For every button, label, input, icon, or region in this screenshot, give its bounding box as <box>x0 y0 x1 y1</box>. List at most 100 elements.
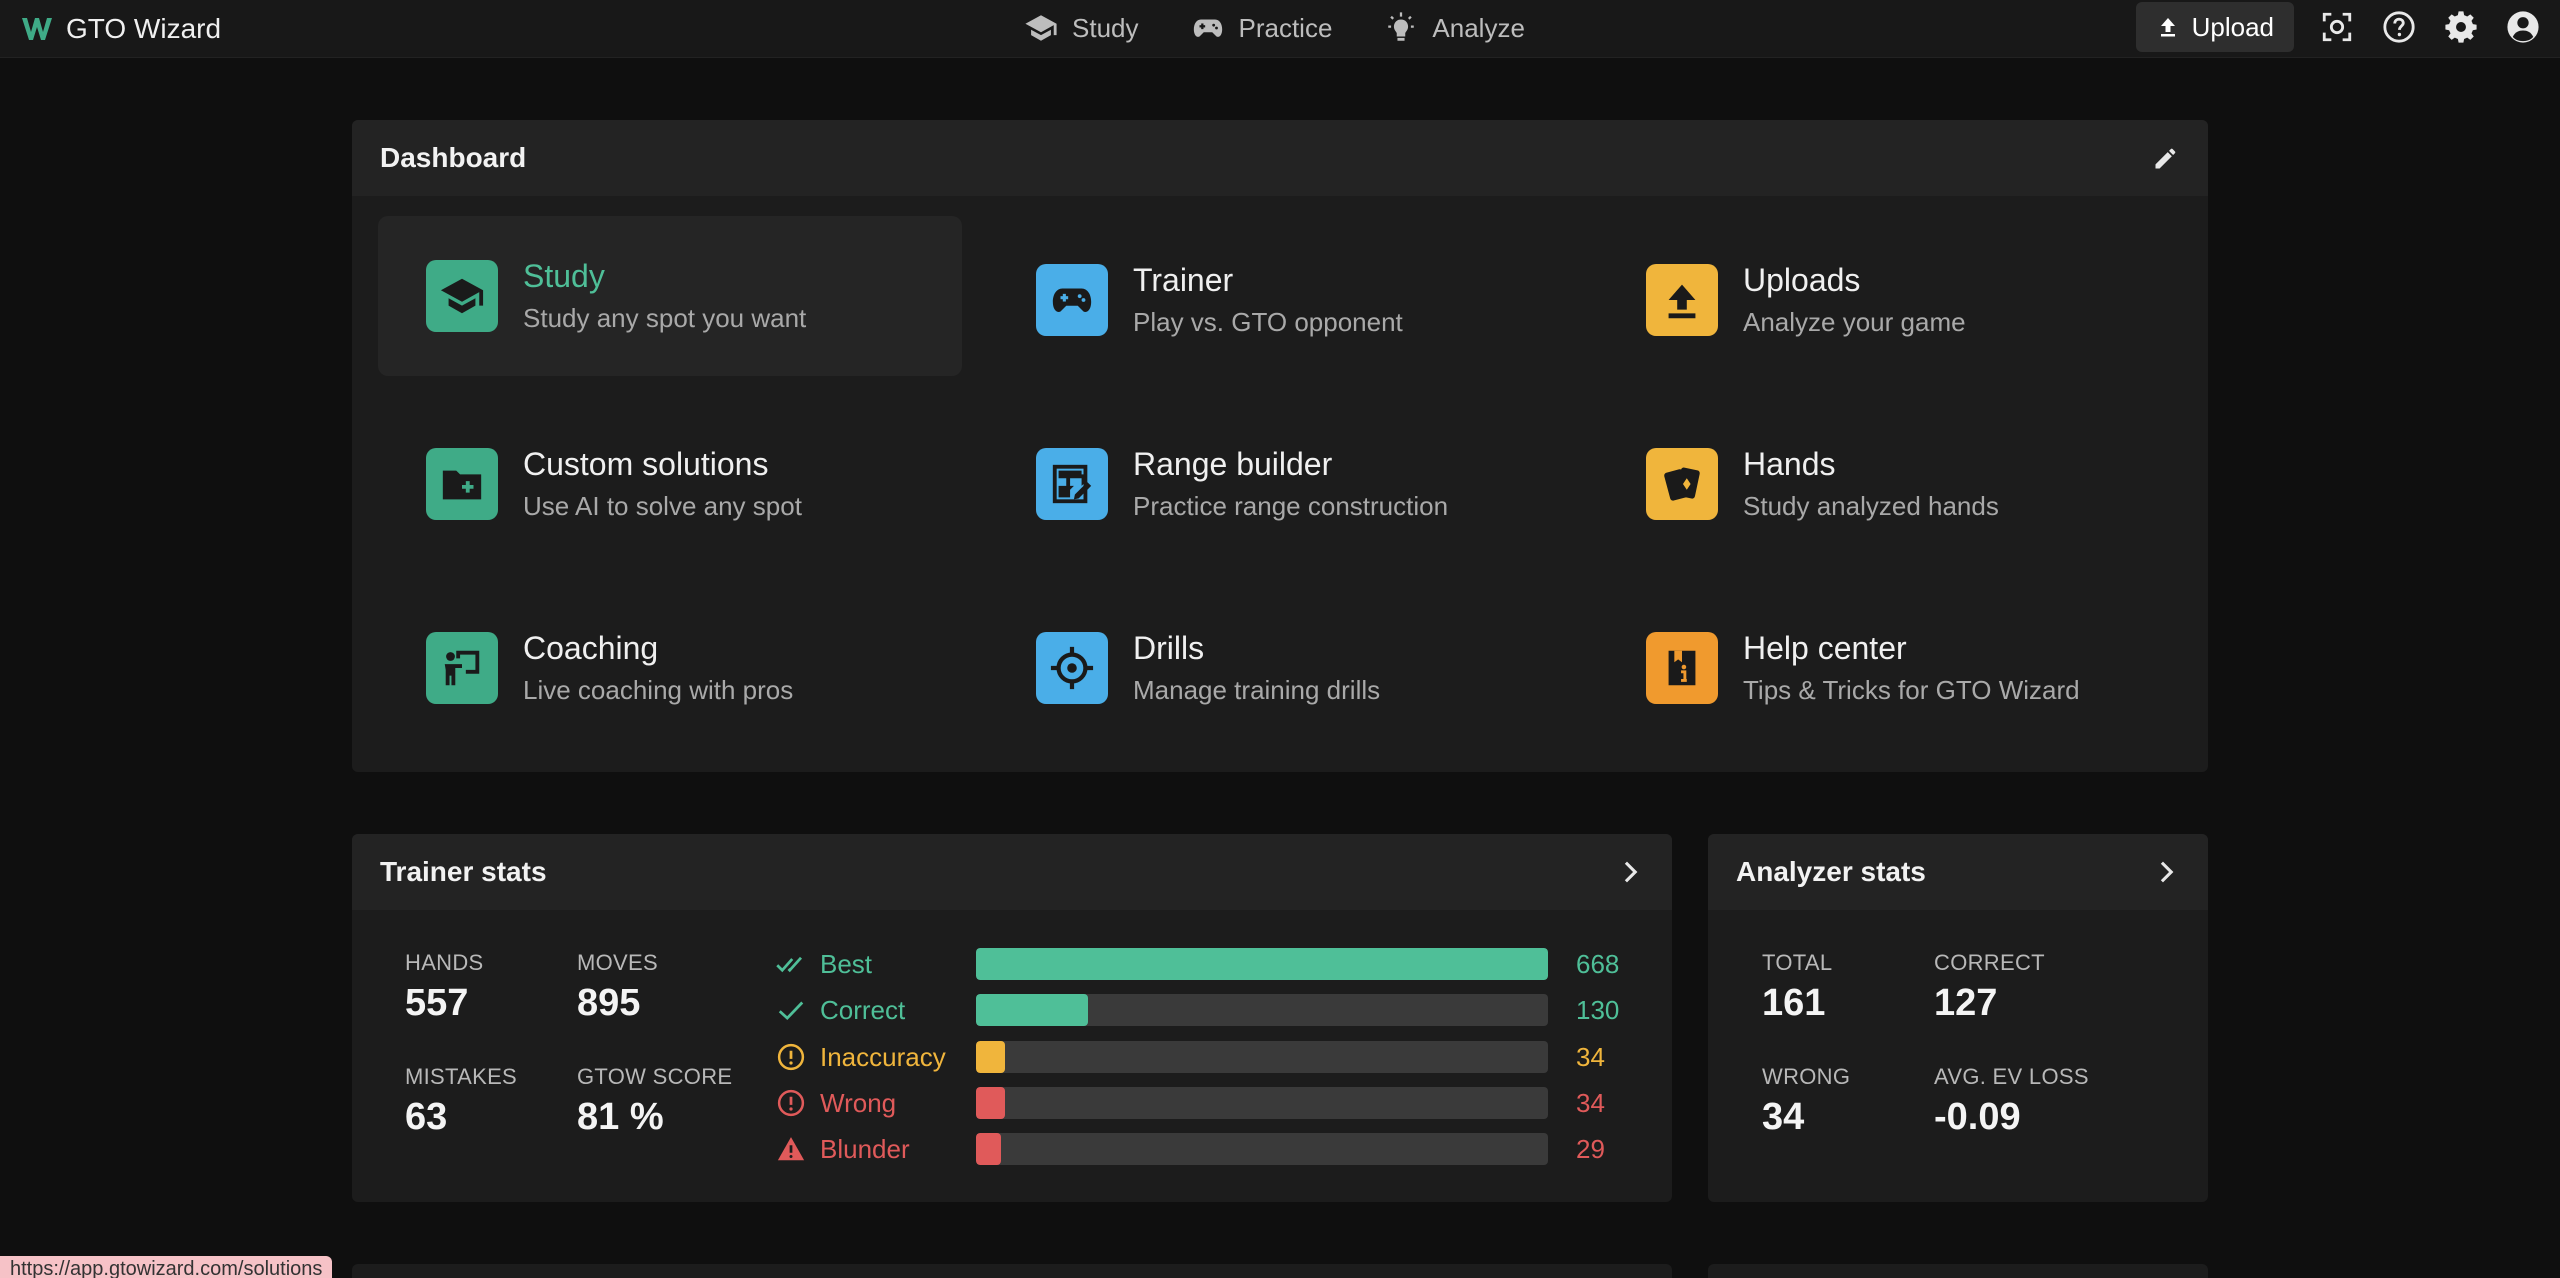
account-circle-icon <box>2507 11 2539 43</box>
lightbulb-icon <box>1388 12 1415 41</box>
tile-help-center[interactable]: Help center Tips & Tricks for GTO Wizard <box>1598 588 2182 748</box>
tile-drills-icon-box <box>1036 632 1108 704</box>
crosshair-icon <box>1050 646 1094 690</box>
tile-custom-solutions-subtitle: Use AI to solve any spot <box>523 491 802 521</box>
stat-avg-ev-loss-label: AVG. EV LOSS <box>1934 1064 2089 1089</box>
bar-track-best <box>976 948 1548 980</box>
chevron-right-icon[interactable] <box>1616 858 1644 886</box>
tile-uploads[interactable]: Uploads Analyze your game <box>1598 220 2182 380</box>
stat-total: TOTAL 161 <box>1762 950 1832 1025</box>
analyzer-stats-header[interactable]: Analyzer stats <box>1708 834 2208 910</box>
tile-coaching[interactable]: Coaching Live coaching with pros <box>378 588 962 748</box>
nav-practice[interactable]: Practice <box>1191 10 1333 46</box>
bar-count-best: 668 <box>1576 948 1620 979</box>
nav-analyze[interactable]: Analyze <box>1384 10 1525 46</box>
screenshot-button[interactable] <box>2318 8 2356 46</box>
tile-help-center-icon-box <box>1646 632 1718 704</box>
tile-range-builder-title: Range builder <box>1133 446 1333 482</box>
trainer-stats-title: Trainer stats <box>380 856 547 887</box>
stat-avg-ev-loss-value: -0.09 <box>1934 1096 2021 1138</box>
stat-moves-label: MOVES <box>577 950 658 975</box>
tile-help-center-title: Help center <box>1743 630 1907 666</box>
stat-gtow-score-label: GTOW SCORE <box>577 1064 733 1089</box>
tile-coaching-icon-box <box>426 632 498 704</box>
account-button[interactable] <box>2504 8 2542 46</box>
upload-button[interactable]: Upload <box>2135 2 2294 52</box>
tile-custom-solutions[interactable]: Custom solutions Use AI to solve any spo… <box>378 404 962 564</box>
nav-practice-label: Practice <box>1238 12 1333 43</box>
analyzer-stats-panel: Analyzer stats TOTAL 161 CORRECT 127 WRO… <box>1708 834 2208 1202</box>
tile-trainer-subtitle: Play vs. GTO opponent <box>1133 307 1403 337</box>
tile-range-builder-icon-box <box>1036 448 1108 520</box>
stat-total-label: TOTAL <box>1762 950 1833 975</box>
bar-count-inaccuracy: 34 <box>1576 1041 1605 1072</box>
dashboard-header: Dashboard <box>352 120 2208 196</box>
settings-button[interactable] <box>2442 8 2480 46</box>
main-nav: Study Practice Analyze <box>1024 10 1525 46</box>
tile-range-builder-subtitle: Practice range construction <box>1133 491 1449 521</box>
analyzer-stats-title: Analyzer stats <box>1736 856 1926 887</box>
info-book-icon <box>1668 650 1696 686</box>
bar-label-blunder: Blunder <box>820 1133 910 1164</box>
upload-icon <box>2160 18 2175 37</box>
graduation-cap-icon <box>440 278 484 314</box>
edit-pencil-icon[interactable] <box>2152 144 2180 172</box>
tile-range-builder[interactable]: Range builder Practice range constructio… <box>988 404 1572 564</box>
nav-study[interactable]: Study <box>1024 10 1139 46</box>
gear-icon <box>2445 11 2477 43</box>
trainer-stats-header[interactable]: Trainer stats <box>352 834 1672 910</box>
stat-mistakes: MISTAKES 63 <box>405 1064 517 1139</box>
tile-uploads-text: Uploads Analyze your game <box>1743 262 1966 338</box>
tile-study-subtitle: Study any spot you want <box>523 303 807 333</box>
stat-correct-label: CORRECT <box>1934 950 2045 975</box>
bar-count-correct: 130 <box>1576 994 1620 1025</box>
tile-drills[interactable]: Drills Manage training drills <box>988 588 1572 748</box>
double-check-icon <box>776 956 803 973</box>
bar-row-correct: Correct 130 <box>776 992 1620 1028</box>
bar-label-inaccuracy: Inaccuracy <box>820 1041 946 1072</box>
alert-circle-icon <box>777 1089 805 1117</box>
bar-count-wrong: 34 <box>1576 1087 1605 1118</box>
dashboard-title: Dashboard <box>380 142 527 173</box>
stat-mistakes-value: 63 <box>405 1096 448 1138</box>
tile-hands[interactable]: Hands Study analyzed hands <box>1598 404 2182 564</box>
tile-help-center-text: Help center Tips & Tricks for GTO Wizard <box>1743 630 2080 706</box>
help-circle-icon <box>2383 11 2415 43</box>
bar-track-correct <box>976 994 1548 1026</box>
bar-label-wrong: Wrong <box>820 1087 897 1118</box>
tile-trainer-title: Trainer <box>1133 262 1234 298</box>
brand[interactable]: GTO Wizard <box>20 12 221 46</box>
bar-label-correct: Correct <box>820 994 906 1025</box>
bar-fill-wrong <box>976 1087 1006 1119</box>
chevron-right-icon[interactable] <box>2152 858 2180 886</box>
stat-hands: HANDS 557 <box>405 950 484 1025</box>
tile-uploads-icon-box <box>1646 264 1718 336</box>
nav-study-label: Study <box>1072 12 1139 43</box>
tile-coaching-text: Coaching Live coaching with pros <box>523 630 793 706</box>
tile-uploads-subtitle: Analyze your game <box>1743 307 1966 337</box>
tile-coaching-subtitle: Live coaching with pros <box>523 675 794 705</box>
help-button[interactable] <box>2380 8 2418 46</box>
bar-fill-inaccuracy <box>976 1041 1006 1073</box>
status-url-tooltip: https://app.gtowizard.com/solutions <box>0 1256 333 1278</box>
tile-trainer[interactable]: Trainer Play vs. GTO opponent <box>988 220 1572 380</box>
tile-drills-subtitle: Manage training drills <box>1133 675 1381 705</box>
upload-icon <box>1668 284 1696 319</box>
tile-uploads-title: Uploads <box>1743 262 1861 298</box>
top-actions: Upload <box>2135 2 2542 52</box>
bar-track-inaccuracy <box>976 1041 1548 1073</box>
tile-study-icon-box <box>426 260 498 332</box>
tile-hands-subtitle: Study analyzed hands <box>1743 491 1999 521</box>
screenshot-icon <box>2322 12 2352 42</box>
stat-wrong-value: 34 <box>1762 1096 1805 1138</box>
presenter-icon <box>444 650 480 686</box>
bar-track-blunder <box>976 1133 1548 1165</box>
tile-coaching-title: Coaching <box>523 630 659 666</box>
stat-gtow-score: GTOW SCORE 81 % <box>577 1064 732 1139</box>
tile-trainer-icon-box <box>1036 264 1108 336</box>
bar-track-wrong <box>976 1087 1548 1119</box>
bar-count-blunder: 29 <box>1576 1133 1605 1164</box>
tile-drills-title: Drills <box>1133 630 1205 666</box>
tile-study[interactable]: Study Study any spot you want <box>378 216 962 376</box>
gamepad-icon <box>1193 19 1222 37</box>
